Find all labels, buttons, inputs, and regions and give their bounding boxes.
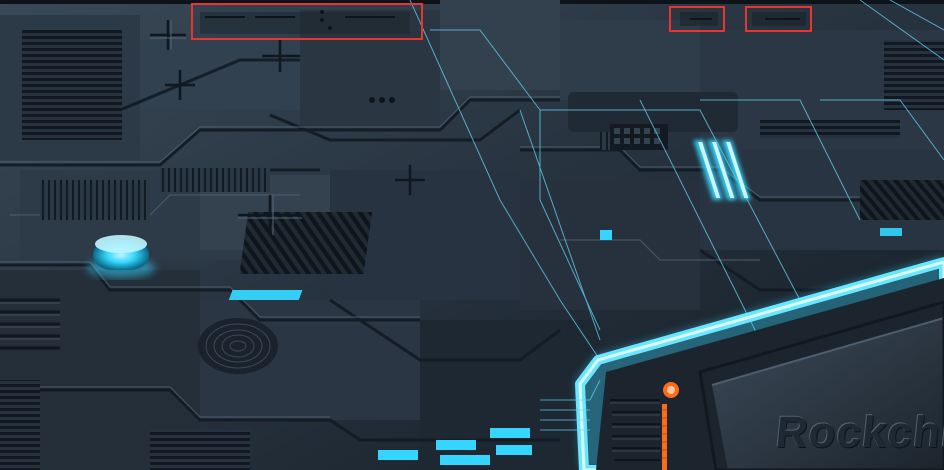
top-left-panel-box (191, 3, 423, 40)
top-right-wide-box (745, 6, 812, 32)
circuit-board-art (0, 0, 944, 470)
circuit-board-stage: Rockchi (0, 0, 944, 470)
top-right-small-box (669, 6, 725, 32)
chip-brand-label: Rockchi (773, 408, 944, 457)
